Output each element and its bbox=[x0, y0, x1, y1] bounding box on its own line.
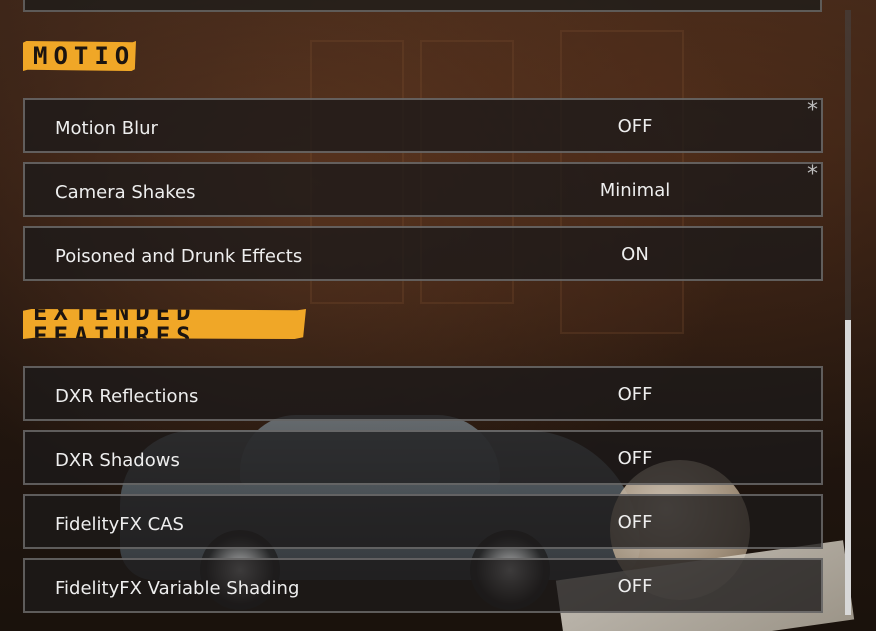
restart-required-asterisk: * bbox=[807, 162, 818, 187]
setting-label: FidelityFX Variable Shading bbox=[55, 578, 300, 599]
section-header-motion: MOTION bbox=[23, 41, 136, 71]
setting-label: Poisoned and Drunk Effects bbox=[55, 246, 303, 267]
scrollbar-thumb[interactable] bbox=[845, 320, 851, 615]
setting-row-dxr-reflections[interactable]: DXR Reflections OFF bbox=[23, 366, 823, 421]
section-title: EXTENDED FEATURES bbox=[33, 298, 197, 350]
setting-label: DXR Reflections bbox=[55, 386, 199, 407]
setting-label: DXR Shadows bbox=[55, 450, 180, 471]
restart-required-asterisk: * bbox=[807, 98, 818, 123]
settings-row-partial[interactable] bbox=[23, 0, 822, 12]
section-header-extended-features: EXTENDED FEATURES bbox=[23, 309, 306, 339]
setting-value[interactable]: OFF bbox=[535, 116, 735, 137]
setting-row-motion-blur[interactable]: Motion Blur OFF * bbox=[23, 98, 823, 153]
setting-label: Camera Shakes bbox=[55, 182, 196, 203]
setting-label: FidelityFX CAS bbox=[55, 514, 184, 535]
setting-value[interactable]: OFF bbox=[535, 576, 735, 597]
setting-label: Motion Blur bbox=[55, 118, 158, 139]
setting-value[interactable]: OFF bbox=[535, 512, 735, 533]
setting-row-camera-shakes[interactable]: Camera Shakes Minimal * bbox=[23, 162, 823, 217]
setting-row-dxr-shadows[interactable]: DXR Shadows OFF bbox=[23, 430, 823, 485]
setting-value[interactable]: Minimal bbox=[535, 180, 735, 201]
setting-value[interactable]: OFF bbox=[535, 384, 735, 405]
setting-row-fidelityfx-variable-shading[interactable]: FidelityFX Variable Shading OFF bbox=[23, 558, 823, 613]
setting-row-poisoned-drunk-effects[interactable]: Poisoned and Drunk Effects ON bbox=[23, 226, 823, 281]
setting-row-fidelityfx-cas[interactable]: FidelityFX CAS OFF bbox=[23, 494, 823, 549]
game-settings-screen: MOTION Motion Blur OFF * Camera Shakes M… bbox=[0, 0, 876, 631]
setting-value[interactable]: ON bbox=[535, 244, 735, 265]
settings-list: MOTION Motion Blur OFF * Camera Shakes M… bbox=[0, 0, 876, 631]
section-title: MOTION bbox=[33, 42, 156, 70]
setting-value[interactable]: OFF bbox=[535, 448, 735, 469]
